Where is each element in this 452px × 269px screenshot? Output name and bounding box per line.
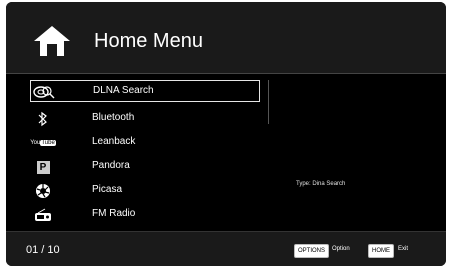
dlna-search-icon bbox=[31, 83, 57, 101]
exit-label: Exit bbox=[398, 246, 409, 252]
menu-item-bluetooth[interactable]: Bluetooth bbox=[30, 108, 260, 130]
info-divider bbox=[268, 80, 269, 124]
picasa-icon bbox=[30, 182, 56, 200]
menu-item-leanback[interactable]: You Tube Leanback bbox=[30, 132, 260, 154]
menu-item-picasa[interactable]: Picasa bbox=[30, 180, 260, 202]
menu-item-fm-radio[interactable]: FM Radio bbox=[30, 204, 260, 226]
menu-item-label: Pandora bbox=[92, 160, 130, 171]
menu-item-pandora[interactable]: P Pandora bbox=[30, 156, 260, 178]
page-title: Home Menu bbox=[94, 30, 203, 52]
divider bbox=[6, 73, 446, 74]
home-key[interactable]: HOME bbox=[368, 244, 394, 258]
menu-item-label: Picasa bbox=[92, 184, 123, 195]
pandora-icon: P bbox=[30, 158, 56, 176]
footer: 01 / 10 OPTIONS Option HOME Exit bbox=[6, 231, 446, 266]
bluetooth-icon bbox=[30, 110, 56, 128]
options-label: Option bbox=[332, 246, 350, 252]
home-icon bbox=[34, 26, 70, 56]
page-indicator: 01 / 10 bbox=[26, 244, 60, 256]
menu-item-label: Bluetooth bbox=[92, 112, 135, 123]
menu-item-dlna-search[interactable]: DLNA Search bbox=[30, 80, 260, 102]
menu-item-label: FM Radio bbox=[92, 208, 136, 219]
radio-icon bbox=[30, 206, 56, 224]
youtube-icon: You Tube bbox=[30, 140, 56, 146]
header: Home Menu bbox=[6, 2, 446, 73]
screen: Home Menu DLNA Search Bluetooth You Tube… bbox=[6, 2, 446, 266]
options-key[interactable]: OPTIONS bbox=[294, 244, 330, 258]
menu-item-label: Leanback bbox=[92, 136, 136, 147]
info-type-text: Type: Dina Search bbox=[296, 181, 346, 187]
menu-item-label: DLNA Search bbox=[93, 85, 154, 96]
